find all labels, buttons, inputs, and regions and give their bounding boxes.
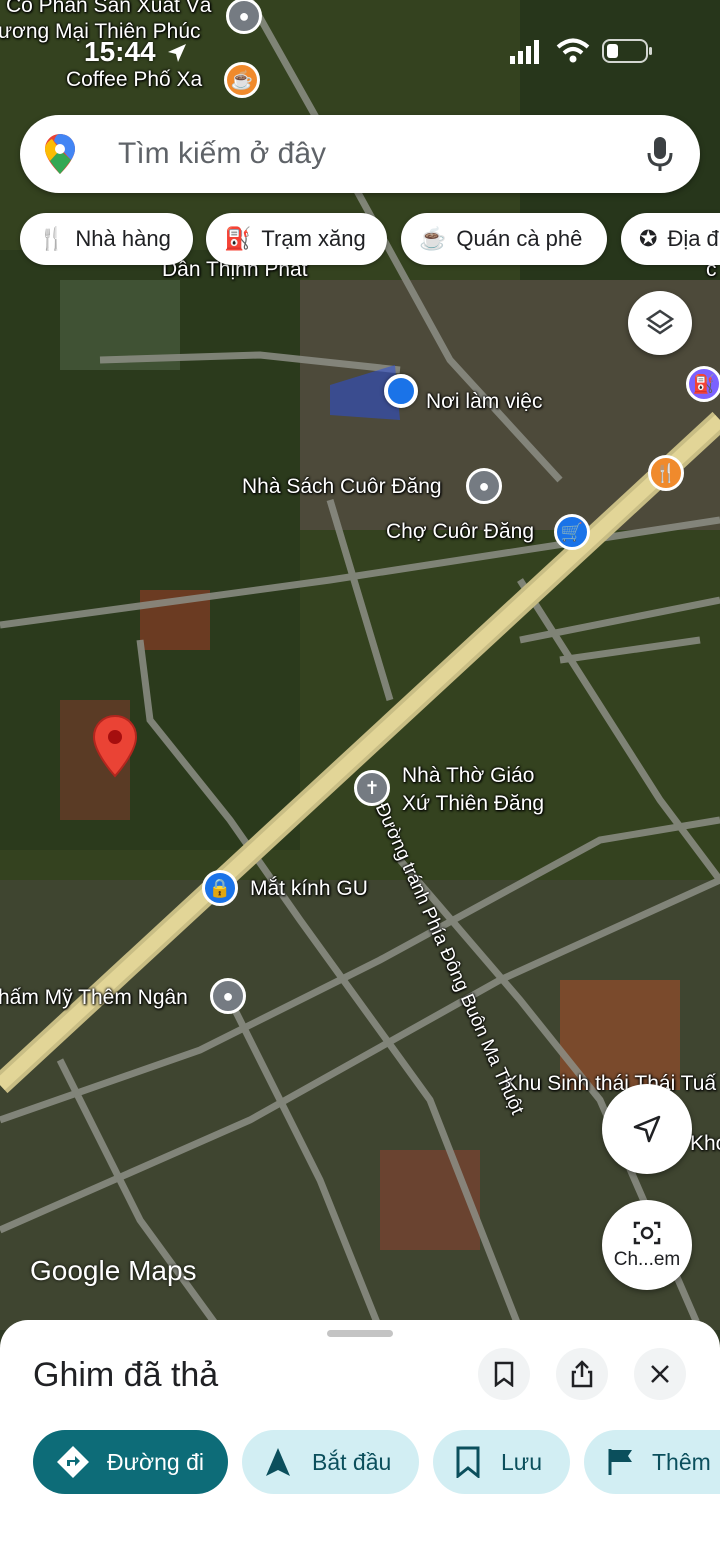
map-label[interactable]: Xứ Thiên Đăng	[402, 792, 544, 816]
sheet-drag-handle[interactable]	[327, 1330, 393, 1337]
chip-label: Trạm xăng	[261, 226, 366, 251]
navigation-icon	[266, 1448, 290, 1476]
status-bar: 15:44	[0, 30, 720, 70]
share-icon	[571, 1360, 593, 1388]
chip-label: Địa đ	[667, 226, 719, 251]
coffee-icon: ☕	[419, 226, 447, 251]
chip-label: Nhà hàng	[75, 226, 171, 251]
current-location-icon[interactable]	[384, 374, 418, 408]
google-maps-logo: Google Maps	[30, 1255, 197, 1286]
bookmark-icon	[494, 1361, 514, 1387]
search-input[interactable]: Tìm kiếm ở đây	[118, 137, 326, 171]
microphone-icon[interactable]	[646, 135, 674, 173]
gas-station-pin-icon[interactable]: ⛽	[686, 366, 720, 402]
church-pin-icon[interactable]: ✝	[354, 770, 390, 806]
sheet-title: Ghim đã thả	[33, 1356, 219, 1394]
place-sheet[interactable]: Ghim đã thả Đường đi Bắt đầu Lưu Thêm	[0, 1320, 720, 1564]
google-maps-icon	[45, 134, 75, 174]
battery-icon	[602, 39, 652, 63]
directions-icon	[57, 1446, 89, 1478]
navigation-arrow-icon	[633, 1115, 661, 1143]
flag-icon	[608, 1449, 632, 1475]
map-label[interactable]: Coffee Phố Xa	[66, 68, 202, 92]
close-icon	[651, 1365, 669, 1383]
status-time: 15:44	[84, 36, 156, 67]
map-label[interactable]: Nơi làm việc	[426, 390, 542, 414]
cellular-signal-icon	[510, 40, 539, 64]
layers-button[interactable]	[628, 291, 692, 355]
layers-icon	[645, 309, 675, 335]
wifi-icon	[556, 38, 590, 63]
map-label[interactable]: Mắt kính GU	[250, 877, 368, 901]
directions-label: Đường đi	[107, 1448, 204, 1475]
start-button[interactable]: Bắt đầu	[242, 1430, 419, 1494]
place-pin-icon[interactable]: ●	[210, 978, 246, 1014]
lens-label: Ch...em	[613, 1249, 681, 1270]
chip-gas-stations[interactable]: ⛽ Trạm xăng	[206, 213, 387, 265]
shopping-bag-pin-icon[interactable]: 🔒	[202, 870, 238, 906]
shopping-cart-icon[interactable]: 🛒	[554, 514, 590, 550]
map-label[interactable]: Cổ Phần Sản Xuất Và	[6, 0, 211, 18]
restaurant-icon: 🍴	[38, 226, 66, 251]
chip-coffee[interactable]: ☕ Quán cà phê	[401, 213, 607, 265]
more-button[interactable]: Thêm	[584, 1430, 720, 1494]
map-label[interactable]: Khơ	[690, 1132, 720, 1156]
location-arrow-icon	[168, 44, 186, 62]
camera-lens-icon	[633, 1221, 661, 1245]
place-pin-icon[interactable]: ●	[466, 468, 502, 504]
save-label: Lưu	[501, 1448, 542, 1475]
restaurant-pin-icon[interactable]: 🍴	[648, 455, 684, 491]
directions-button[interactable]: Đường đi	[33, 1430, 228, 1494]
save-button[interactable]: Lưu	[433, 1430, 570, 1494]
search-bar[interactable]: Tìm kiếm ở đây	[20, 115, 700, 193]
map-label[interactable]: Chợ Cuôr Đăng	[386, 520, 534, 544]
map-label[interactable]: Nhà Thờ Giáo	[402, 764, 534, 788]
more-label: Thêm	[652, 1448, 711, 1475]
my-location-button[interactable]	[602, 1084, 692, 1174]
save-bookmark-button[interactable]	[478, 1348, 530, 1400]
chip-attractions[interactable]: ✪ Địa đ	[621, 213, 720, 265]
close-button[interactable]	[634, 1348, 686, 1400]
dropped-pin-icon[interactable]	[92, 714, 138, 778]
attractions-icon: ✪	[639, 226, 658, 251]
chip-restaurants[interactable]: 🍴 Nhà hàng	[20, 213, 193, 265]
map-label[interactable]: Khu Sinh thái Thái Tuấ	[504, 1072, 716, 1096]
start-label: Bắt đầu	[312, 1448, 392, 1475]
gas-station-icon: ⛽	[224, 226, 252, 251]
map-label[interactable]: hấm Mỹ Thêm Ngân	[0, 986, 188, 1010]
bookmark-icon	[456, 1446, 480, 1478]
share-button[interactable]	[556, 1348, 608, 1400]
chip-label: Quán cà phê	[456, 226, 583, 251]
map-label[interactable]: Nhà Sách Cuôr Đăng	[242, 475, 442, 499]
lens-button[interactable]: Ch...em	[602, 1200, 692, 1290]
